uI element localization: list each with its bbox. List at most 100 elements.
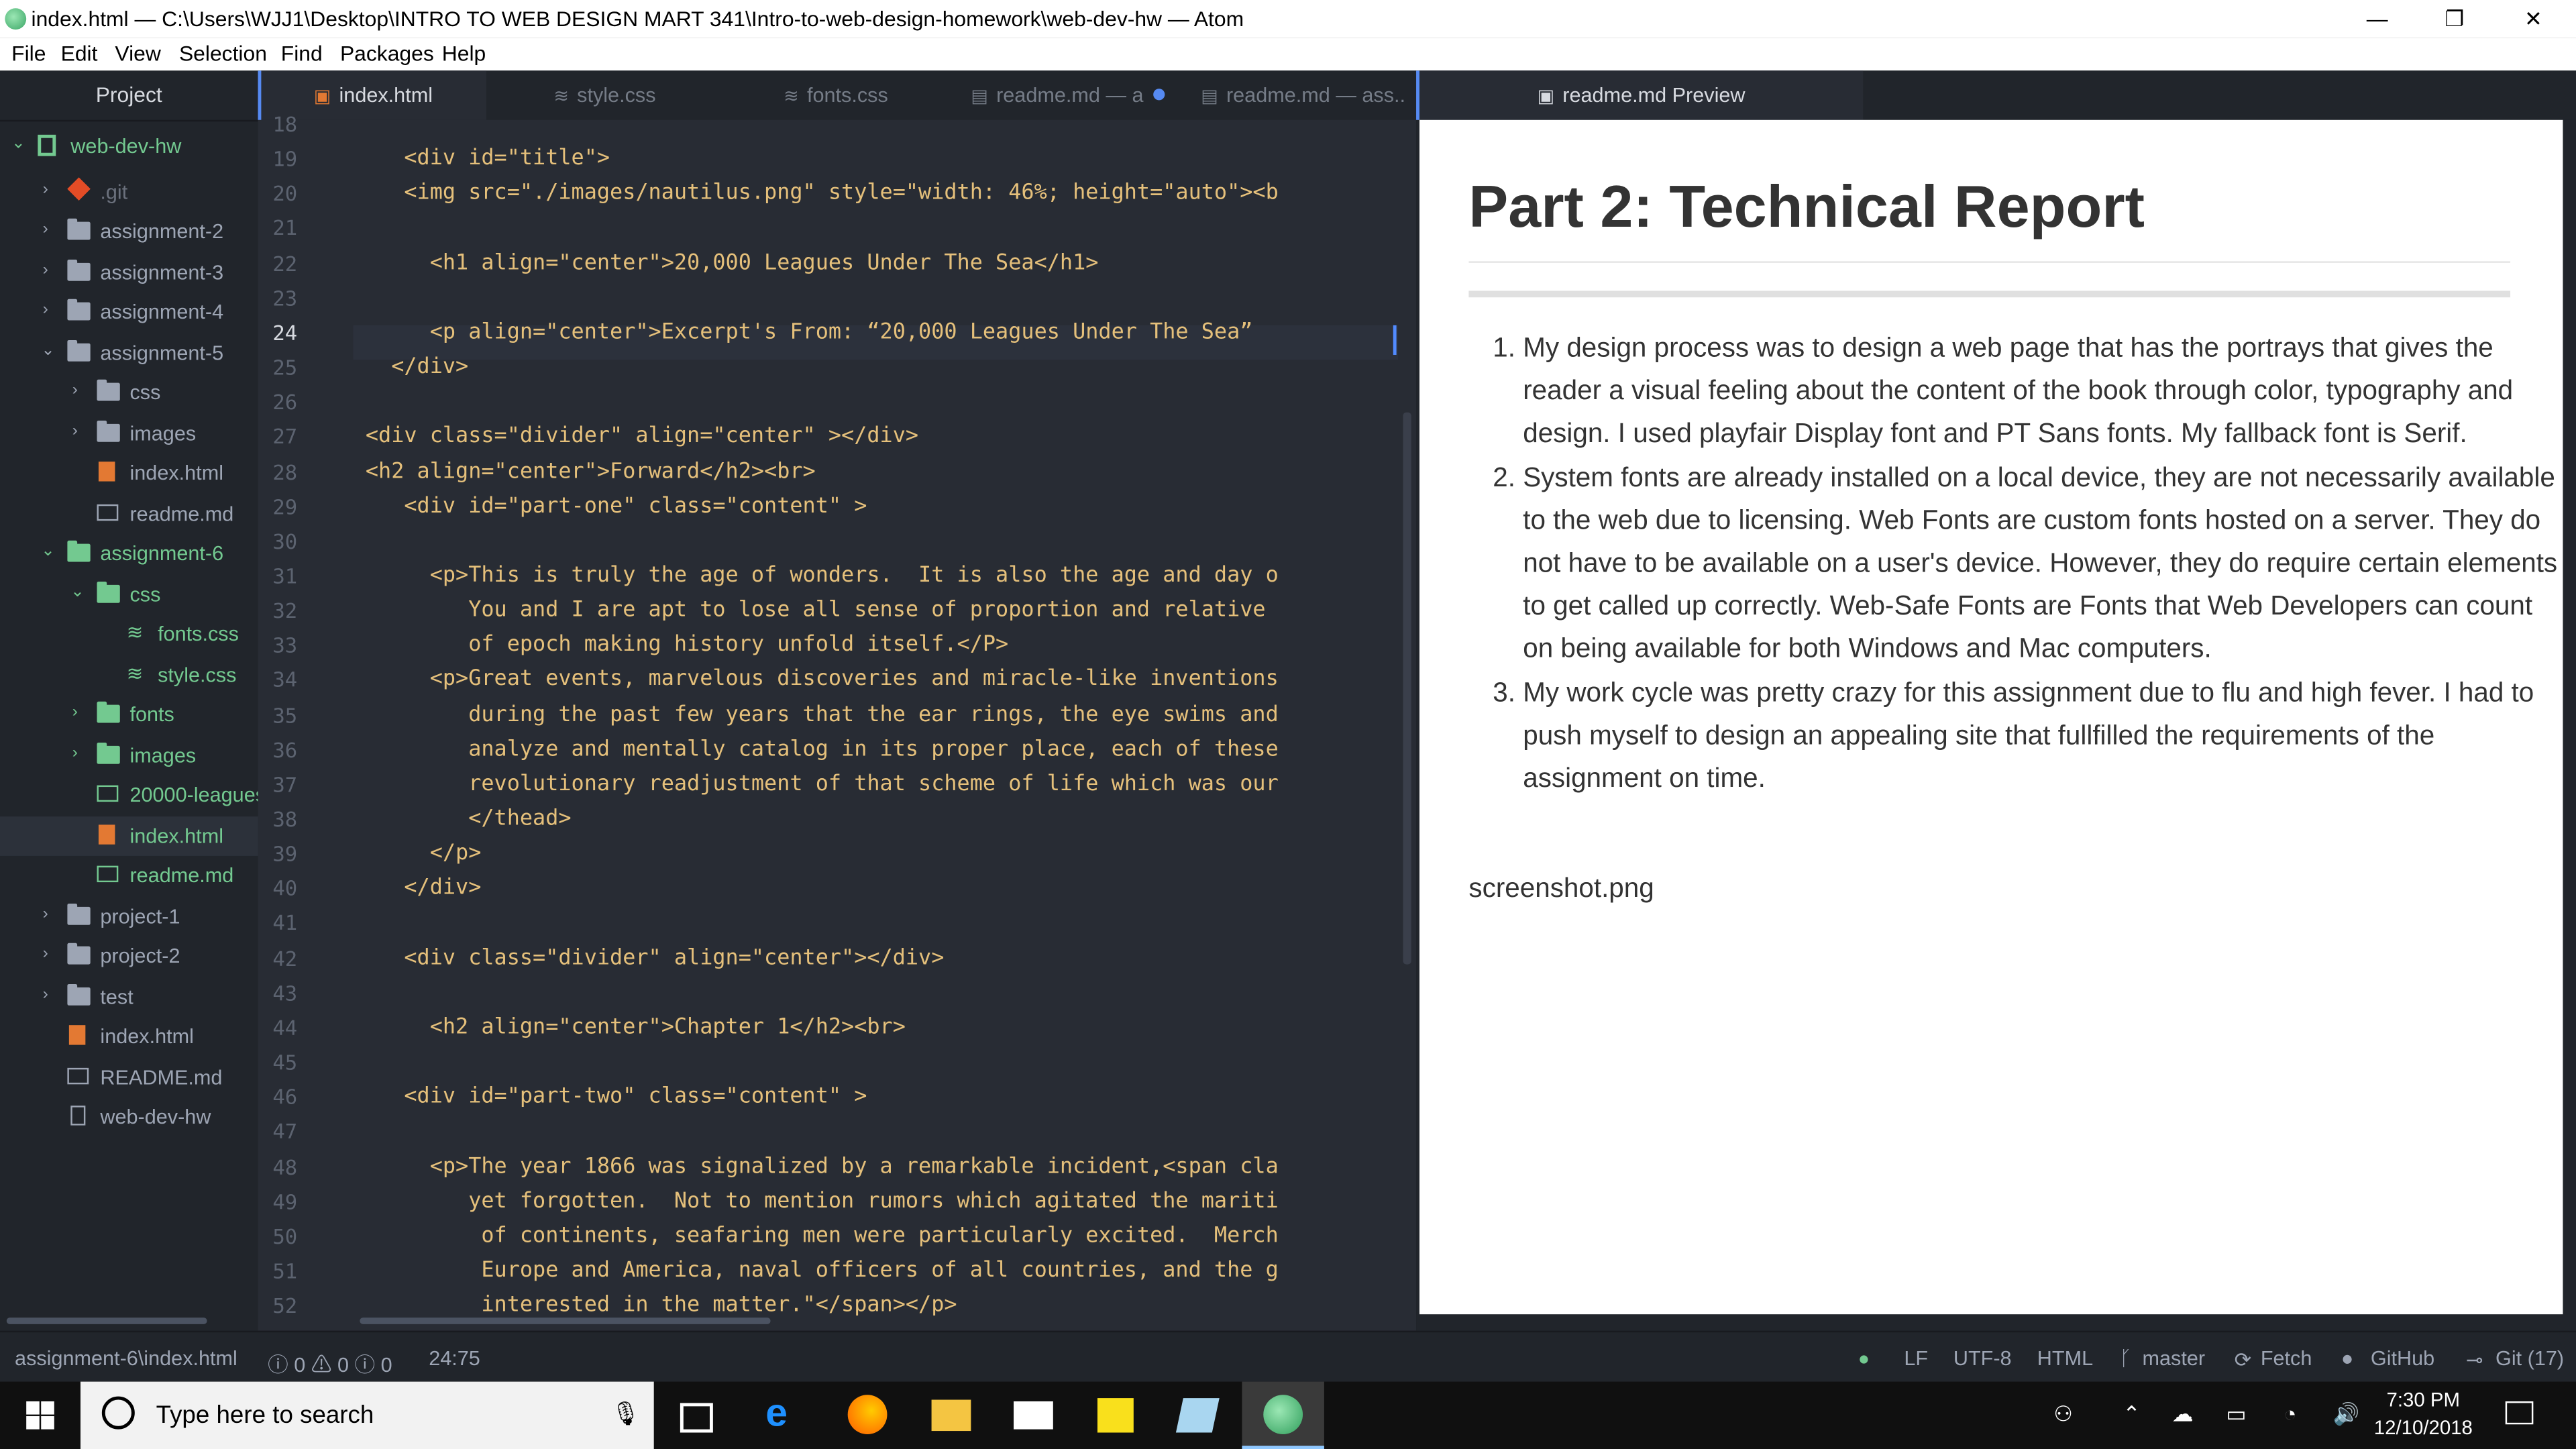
close-button[interactable]: ✕ bbox=[2496, 0, 2571, 38]
tree-item-fonts-css[interactable]: ≋ fonts.css bbox=[0, 614, 258, 654]
folder-icon bbox=[97, 701, 120, 723]
sidebar-scrollbar[interactable] bbox=[6, 1318, 207, 1324]
mail-icon[interactable] bbox=[1014, 1401, 1053, 1430]
status-branch[interactable]: master bbox=[2142, 1347, 2205, 1370]
menu-selection[interactable]: Selection bbox=[179, 41, 267, 66]
chevron-up-icon[interactable]: ⌃ bbox=[2123, 1401, 2141, 1428]
tree-item-style-css[interactable]: ≋ style.css bbox=[0, 655, 258, 695]
status-grammar[interactable]: HTML bbox=[2037, 1347, 2093, 1370]
system-clock[interactable]: 7:30 PM 12/10/2018 bbox=[2374, 1387, 2473, 1442]
chevron-down-icon: ⌄ bbox=[41, 341, 55, 360]
file-explorer-icon[interactable] bbox=[931, 1399, 971, 1432]
tree-item-web-dev-hw-file[interactable]: web-dev-hw bbox=[0, 1097, 258, 1137]
menu-help[interactable]: Help bbox=[442, 41, 486, 66]
tree-item-assignment-2[interactable]: › assignment-2 bbox=[0, 212, 258, 252]
tree-item-css[interactable]: ⌄ css bbox=[0, 575, 258, 614]
tab-fonts-css[interactable]: ≋ fonts.css bbox=[718, 70, 948, 119]
people-icon[interactable]: ⚇ bbox=[2053, 1401, 2073, 1428]
screen: index.html — C:\Users\WJJ1\Desktop\INTRO… bbox=[0, 0, 2576, 1449]
tree-item-assignment-3[interactable]: › assignment-3 bbox=[0, 253, 258, 292]
tree-item-assignment-6[interactable]: ⌄ assignment-6 bbox=[0, 534, 258, 574]
tree-item-web-dev-hw[interactable]: ⌄ web-dev-hw bbox=[0, 127, 258, 166]
tab-readme-preview[interactable]: ▣ readme.md Preview bbox=[1416, 70, 1864, 120]
tree-item-readme-md[interactable]: readme.md bbox=[0, 856, 258, 896]
microphone-icon[interactable]: 🎙 bbox=[611, 1400, 641, 1428]
restore-button[interactable]: ❐ bbox=[2416, 0, 2492, 38]
menu-find[interactable]: Find bbox=[281, 41, 323, 66]
status-encoding[interactable]: UTF-8 bbox=[1953, 1347, 2012, 1370]
tree-item-readme-root[interactable]: README.md bbox=[0, 1058, 258, 1097]
code-line: </div> bbox=[327, 876, 482, 901]
tree-item-git[interactable]: › .git bbox=[0, 172, 258, 212]
folder-icon bbox=[67, 339, 91, 362]
title-bar: index.html — C:\Users\WJJ1\Desktop\INTRO… bbox=[0, 0, 2576, 38]
menu-edit[interactable]: Edit bbox=[61, 41, 98, 66]
code-line: <p>The year 1866 was signalized by a rem… bbox=[327, 1154, 1279, 1179]
tree-item-index-html-selected[interactable]: index.html bbox=[0, 816, 258, 856]
edge-browser-icon[interactable]: e bbox=[765, 1394, 805, 1434]
status-diagnostics[interactable]: ⓘ 0 ⚠ 0 ⓘ 0 bbox=[268, 1347, 392, 1379]
editor-horizontal-scrollbar[interactable] bbox=[360, 1318, 771, 1324]
tree-item-project-1[interactable]: › project-1 bbox=[0, 897, 258, 936]
menu-packages[interactable]: Packages bbox=[340, 41, 434, 66]
chevron-down-icon: ⌄ bbox=[41, 542, 55, 561]
tree-item-fonts[interactable]: › fonts bbox=[0, 695, 258, 735]
folder-icon bbox=[97, 379, 120, 401]
status-github[interactable]: GitHub bbox=[2371, 1347, 2434, 1370]
minimize-button[interactable]: — bbox=[2339, 0, 2415, 38]
chevron-right-icon: › bbox=[42, 180, 48, 199]
code-area[interactable]: <div id="title"> <img src="./images/naut… bbox=[327, 120, 1398, 1331]
line-number: 27 bbox=[272, 424, 298, 449]
tree-item-index-html-root[interactable]: index.html bbox=[0, 1017, 258, 1057]
tab-style-css[interactable]: ≋ style.css bbox=[488, 70, 718, 119]
tree-item-20000-leagues[interactable]: 20000-leagues bbox=[0, 775, 258, 815]
tree-item-assignment-4[interactable]: › assignment-4 bbox=[0, 292, 258, 332]
chevron-down-icon: ⌄ bbox=[70, 583, 85, 602]
folder-icon bbox=[67, 903, 91, 925]
line-number: 46 bbox=[272, 1084, 298, 1110]
book-icon: ▤ bbox=[1201, 87, 1218, 107]
tree-item-index-html[interactable]: index.html bbox=[0, 453, 258, 493]
status-line-ending[interactable]: LF bbox=[1904, 1347, 1928, 1370]
taskbar-search-box[interactable]: Type here to search 🎙 bbox=[80, 1381, 654, 1449]
line-number: 45 bbox=[272, 1050, 298, 1075]
tree-item-project-2[interactable]: › project-2 bbox=[0, 936, 258, 976]
chevron-right-icon: › bbox=[42, 985, 48, 1004]
menu-file[interactable]: File bbox=[11, 41, 46, 66]
windows-start-icon[interactable] bbox=[26, 1401, 54, 1430]
status-cursor-position[interactable]: 24:75 bbox=[429, 1347, 480, 1370]
clock-time: 7:30 PM bbox=[2386, 1388, 2460, 1411]
menu-view[interactable]: View bbox=[115, 41, 160, 66]
action-center-icon[interactable] bbox=[2505, 1401, 2534, 1425]
sticky-notes-icon[interactable] bbox=[1097, 1398, 1134, 1433]
line-number: 39 bbox=[272, 841, 298, 866]
code-line: <h2 align="center">Forward</h2><br> bbox=[327, 459, 816, 484]
project-panel-header[interactable]: Project bbox=[0, 70, 258, 122]
tree-item-assignment-5[interactable]: ⌄ assignment-5 bbox=[0, 333, 258, 373]
status-fetch[interactable]: Fetch bbox=[2261, 1347, 2312, 1370]
line-number: 32 bbox=[272, 598, 298, 623]
task-view-icon[interactable] bbox=[680, 1403, 713, 1433]
html5-icon: ▣ bbox=[313, 87, 331, 107]
tree-item-css[interactable]: › css bbox=[0, 373, 258, 413]
status-file-path[interactable]: assignment-6\index.html bbox=[15, 1347, 237, 1370]
atom-taskbar-button[interactable] bbox=[1242, 1381, 1324, 1449]
app-icon[interactable] bbox=[1175, 1398, 1220, 1433]
onedrive-icon[interactable]: ☁ bbox=[2172, 1401, 2194, 1428]
tree-item-images[interactable]: › images bbox=[0, 414, 258, 453]
volume-icon[interactable]: 🔊 bbox=[2333, 1401, 2360, 1428]
tab-readme-md-modified[interactable]: ▤ readme.md — a bbox=[948, 70, 1178, 119]
tab-readme-md[interactable]: ▤ readme.md — ass.. bbox=[1178, 70, 1408, 119]
chevron-down-icon: ⌄ bbox=[11, 134, 25, 153]
wifi-icon[interactable]: ◔ bbox=[2284, 1401, 2296, 1426]
firefox-icon[interactable] bbox=[847, 1395, 888, 1434]
tree-item-images[interactable]: › images bbox=[0, 736, 258, 775]
status-git[interactable]: Git (17) bbox=[2496, 1347, 2564, 1370]
tree-item-readme-md[interactable]: readme.md bbox=[0, 494, 258, 534]
markdown-preview-pane: ▣ readme.md Preview Part 2: Technical Rep… bbox=[1416, 70, 2576, 1331]
battery-icon[interactable]: ▭ bbox=[2226, 1401, 2246, 1428]
markdown-icon: ▣ bbox=[1537, 87, 1555, 107]
line-number: 35 bbox=[272, 702, 298, 727]
editor-vertical-scrollbar[interactable] bbox=[1403, 412, 1411, 965]
tree-item-test[interactable]: › test bbox=[0, 977, 258, 1017]
